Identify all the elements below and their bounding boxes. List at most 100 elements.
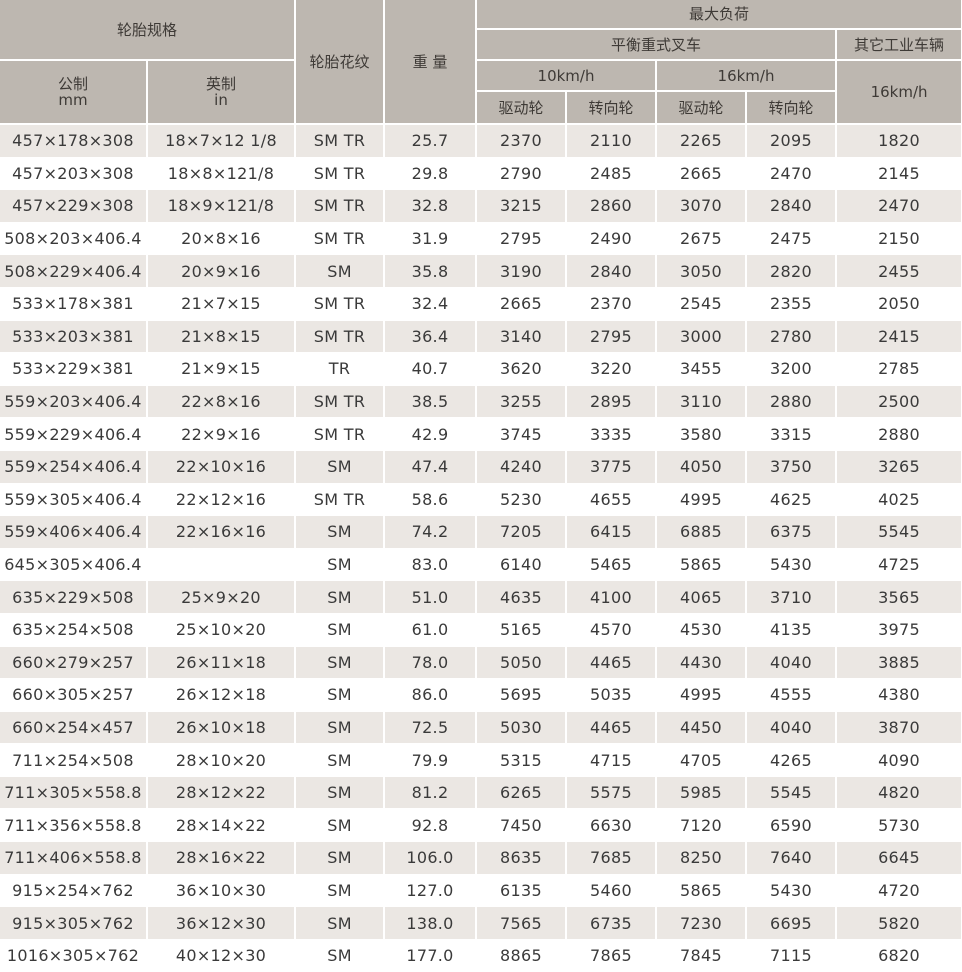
cell-tread-pattern: SM [295,254,386,288]
header-max-load: 最大负荷 [476,0,962,30]
cell-weight: 58.6 [384,483,478,517]
cell-tread-pattern: SM [295,874,386,908]
cell-other-load-16: 2415 [836,320,962,354]
cell-tread-pattern: SM [295,613,386,647]
cell-steer-load-10: 2860 [566,189,658,223]
cell-imperial-size: 22×12×16 [147,483,297,517]
cell-tread-pattern: SM TR [295,157,386,191]
cell-tread-pattern: SM [295,678,386,712]
cell-weight: 81.2 [384,776,478,810]
cell-metric-size: 711×406×558.8 [0,841,148,875]
cell-tread-pattern: SM [295,548,386,582]
cell-drive-load-16: 4430 [656,646,748,680]
cell-imperial-size: 22×10×16 [147,450,297,484]
cell-drive-load-10: 2790 [476,157,568,191]
cell-tread-pattern: SM [295,743,386,777]
header-steer-wheel-10: 转向轮 [566,91,658,125]
cell-drive-load-10: 5030 [476,711,568,745]
cell-drive-load-16: 4705 [656,743,748,777]
cell-weight: 106.0 [384,841,478,875]
cell-weight: 83.0 [384,548,478,582]
cell-drive-load-16: 2665 [656,157,748,191]
table-row: 559×254×406.4 22×10×16 SM 47.4 4240 3775 4050 3… [0,450,962,484]
cell-imperial-size: 18×8×121/8 [147,157,297,191]
table-row: 1016×305×762 40×12×30 SM 177.0 8865 7865 7845 7… [0,939,962,972]
cell-tread-pattern: SM TR [295,222,386,256]
cell-tread-pattern: SM TR [295,189,386,223]
cell-imperial-size: 28×16×22 [147,841,297,875]
cell-drive-load-16: 7230 [656,906,748,940]
cell-drive-load-16: 6885 [656,515,748,549]
cell-metric-size: 457×178×308 [0,124,148,158]
cell-steer-load-10: 3775 [566,450,658,484]
cell-drive-load-16: 4450 [656,711,748,745]
cell-drive-load-10: 6135 [476,874,568,908]
cell-drive-load-16: 5865 [656,874,748,908]
cell-steer-load-16: 6590 [746,808,838,843]
cell-steer-load-10: 5575 [566,776,658,810]
header-imperial-label: 英制 [206,75,237,93]
table-row: 533×229×381 21×9×15 TR 40.7 3620 3220 3455 3200… [0,352,962,386]
cell-steer-load-16: 5545 [746,776,838,810]
cell-imperial-size: 18×9×121/8 [147,189,297,223]
cell-drive-load-16: 4995 [656,483,748,517]
cell-imperial-size: 20×8×16 [147,222,297,256]
cell-steer-load-16: 2095 [746,124,838,158]
cell-drive-load-16: 3455 [656,352,748,386]
cell-steer-load-16: 4265 [746,743,838,777]
cell-metric-size: 559×305×406.4 [0,483,148,517]
cell-tread-pattern: SM [295,841,386,875]
cell-steer-load-10: 2490 [566,222,658,256]
cell-steer-load-10: 7865 [566,939,658,972]
cell-steer-load-10: 5465 [566,548,658,582]
cell-drive-load-16: 4995 [656,678,748,712]
table-row: 711×406×558.8 28×16×22 SM 106.0 8635 7685 8250… [0,841,962,875]
cell-weight: 42.9 [384,417,478,451]
cell-drive-load-10: 5315 [476,743,568,777]
table-row: 635×254×508 25×10×20 SM 61.0 5165 4570 4530 413… [0,613,962,647]
cell-metric-size: 915×254×762 [0,874,148,908]
cell-metric-size: 559×229×406.4 [0,417,148,451]
cell-weight: 29.8 [384,157,478,191]
cell-imperial-size: 28×12×22 [147,776,297,810]
cell-imperial-size: 26×12×18 [147,678,297,712]
cell-metric-size: 915×305×762 [0,906,148,940]
cell-steer-load-10: 2895 [566,385,658,419]
cell-other-load-16: 4720 [836,874,962,908]
cell-weight: 47.4 [384,450,478,484]
cell-drive-load-16: 7120 [656,808,748,843]
cell-drive-load-16: 2265 [656,124,748,158]
cell-drive-load-10: 3745 [476,417,568,451]
cell-metric-size: 711×305×558.8 [0,776,148,810]
table-row: 533×203×381 21×8×15 SM TR 36.4 3140 2795 3000 2… [0,320,962,354]
cell-drive-load-10: 3215 [476,189,568,223]
cell-metric-size: 645×305×406.4 [0,548,148,582]
cell-tread-pattern: SM TR [295,124,386,158]
cell-steer-load-10: 2795 [566,320,658,354]
cell-steer-load-16: 3315 [746,417,838,451]
cell-steer-load-10: 6630 [566,808,658,843]
cell-drive-load-16: 4530 [656,613,748,647]
cell-steer-load-16: 2470 [746,157,838,191]
cell-metric-size: 660×305×257 [0,678,148,712]
cell-steer-load-10: 5035 [566,678,658,712]
cell-tread-pattern: SM [295,906,386,940]
table-row: 457×178×308 18×7×12 1/8 SM TR 25.7 2370 2110 2… [0,124,962,158]
cell-steer-load-16: 2840 [746,189,838,223]
table-row: 457×229×308 18×9×121/8 SM TR 32.8 3215 2860 30… [0,189,962,223]
cell-steer-load-16: 2355 [746,287,838,321]
table-row: 660×279×257 26×11×18 SM 78.0 5050 4465 4430 404… [0,646,962,680]
cell-steer-load-16: 2475 [746,222,838,256]
cell-weight: 86.0 [384,678,478,712]
cell-steer-load-16: 2820 [746,254,838,288]
cell-imperial-size: 36×12×30 [147,906,297,940]
table-row: 457×203×308 18×8×121/8 SM TR 29.8 2790 2485 26… [0,157,962,191]
cell-steer-load-16: 3710 [746,580,838,614]
cell-metric-size: 660×254×457 [0,711,148,745]
cell-other-load-16: 4725 [836,548,962,582]
cell-drive-load-10: 5165 [476,613,568,647]
cell-steer-load-10: 2840 [566,254,658,288]
cell-other-load-16: 5820 [836,906,962,940]
cell-metric-size: 508×229×406.4 [0,254,148,288]
cell-drive-load-16: 4050 [656,450,748,484]
